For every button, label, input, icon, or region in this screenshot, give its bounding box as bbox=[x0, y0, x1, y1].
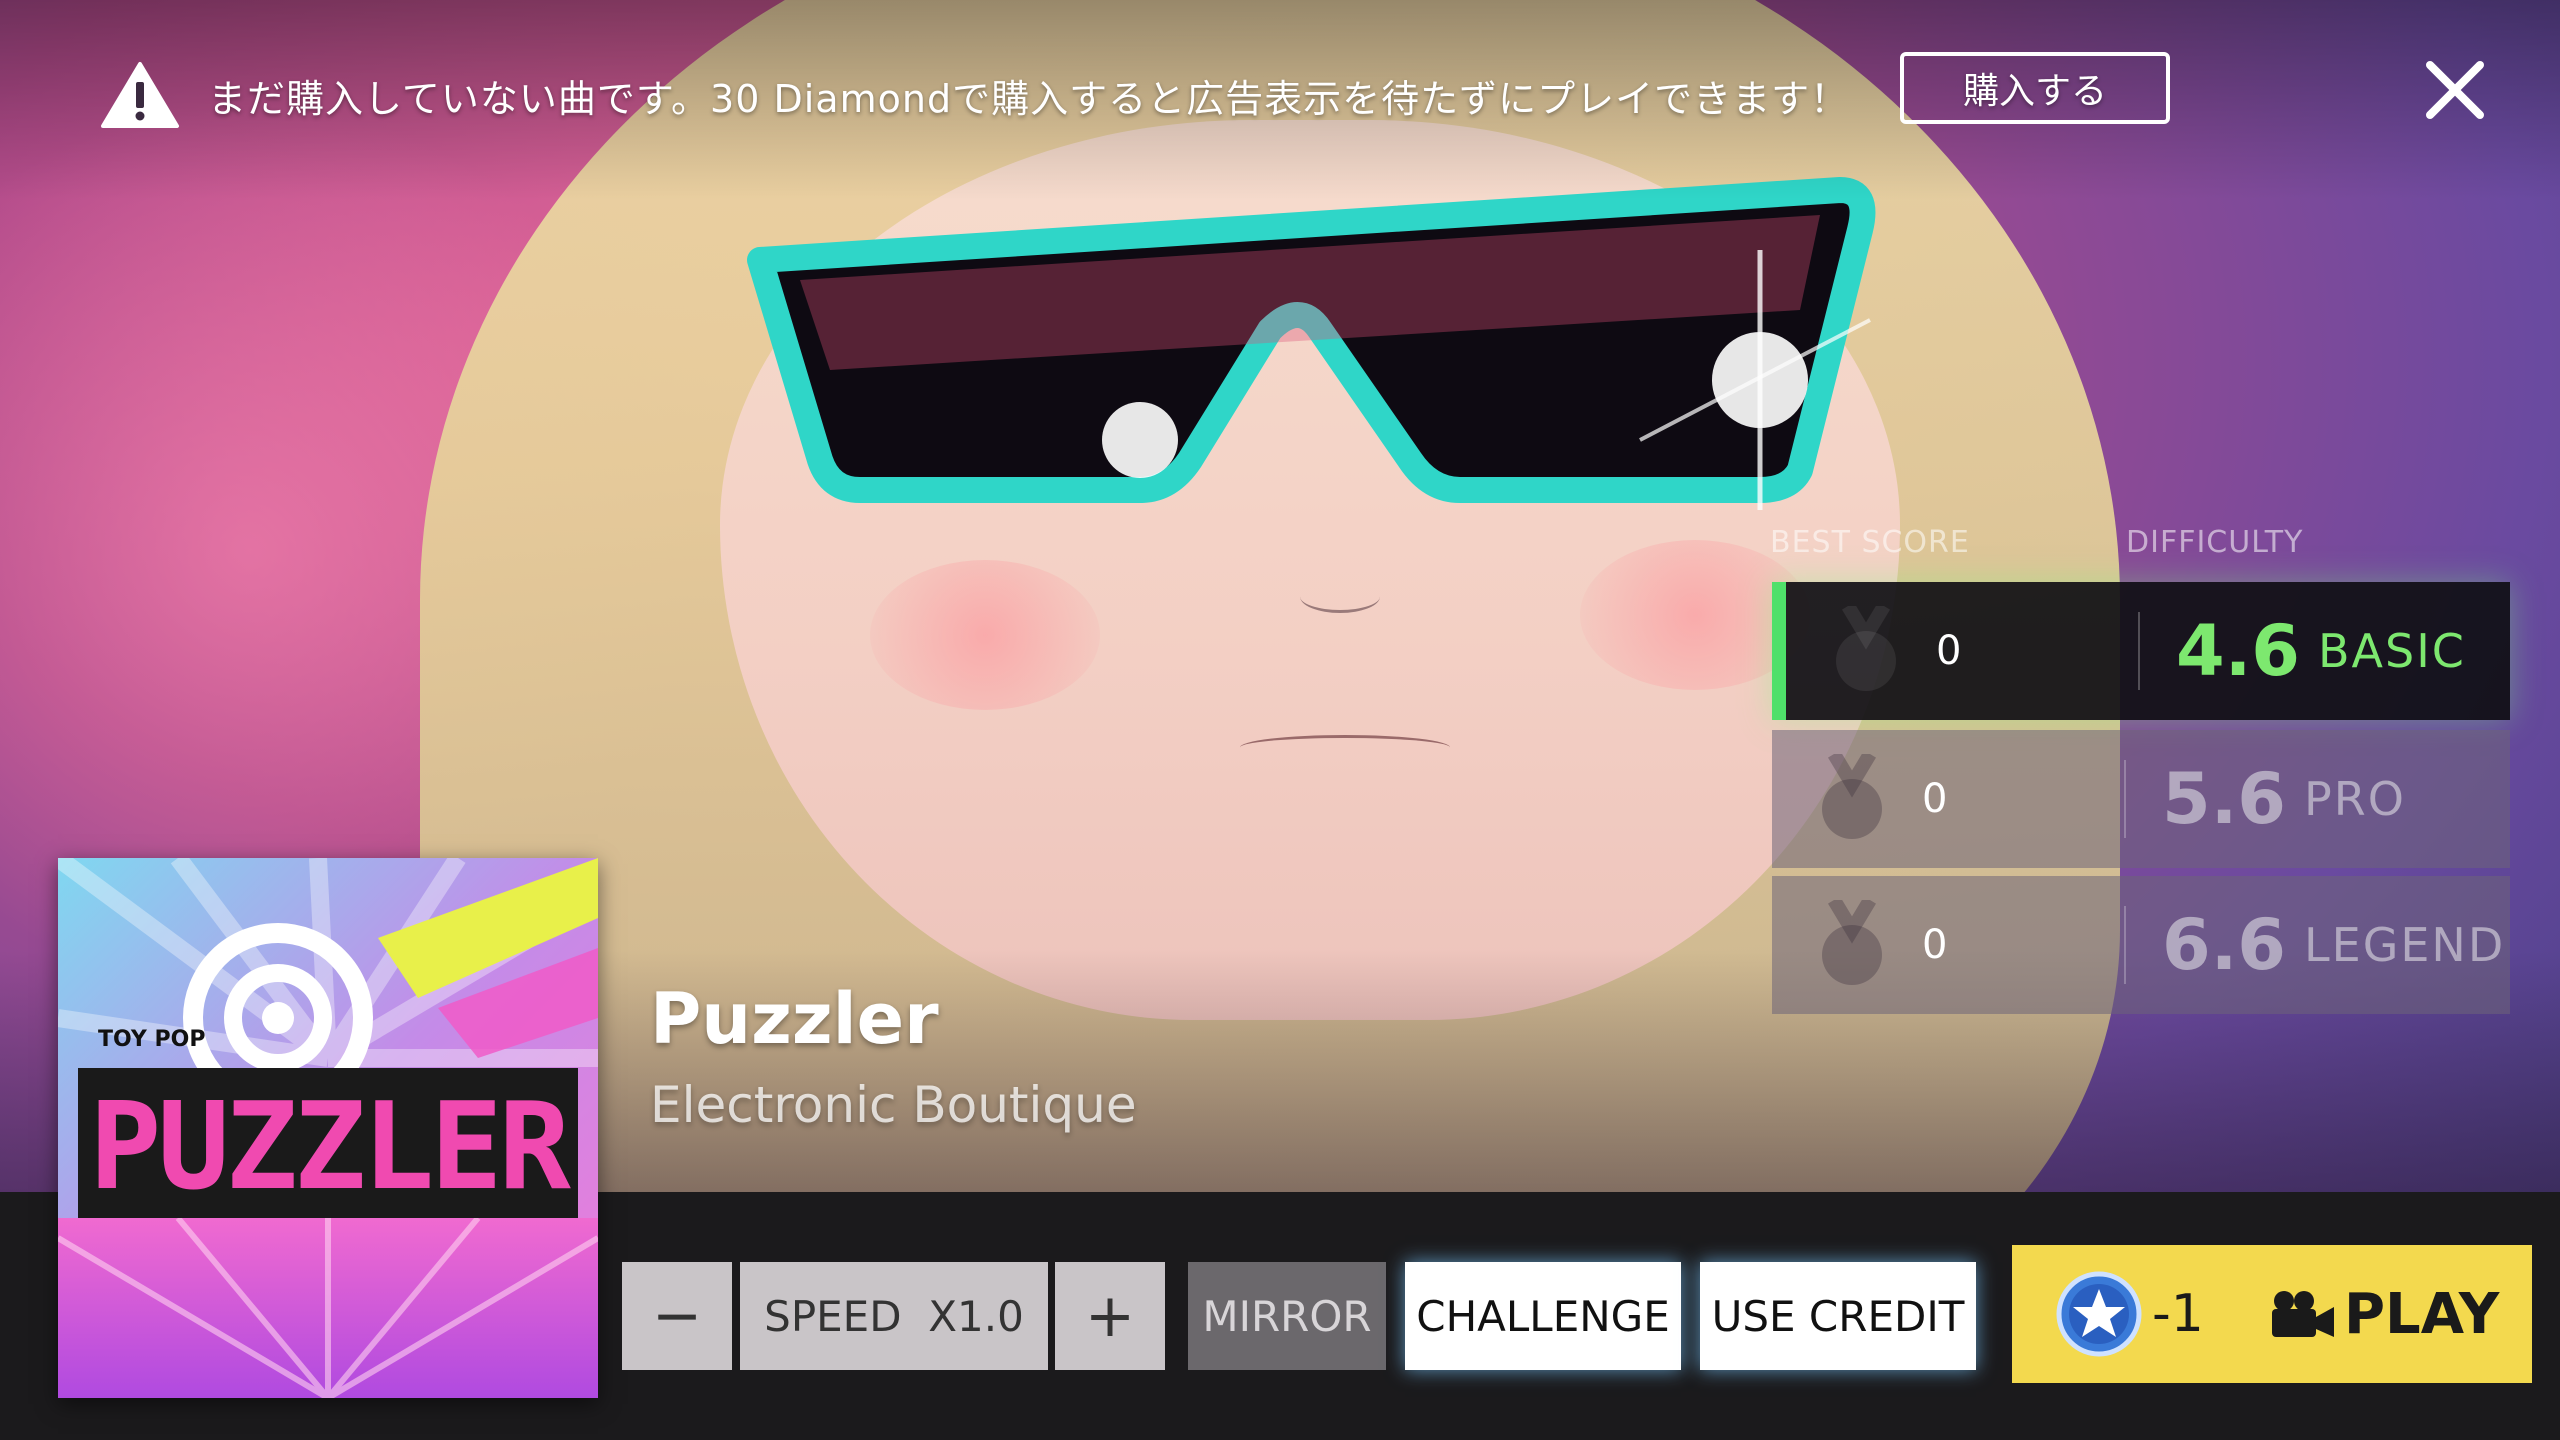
difficulty-name: PRO bbox=[2304, 772, 2406, 826]
medal-icon bbox=[1836, 606, 1896, 691]
play-label: PLAY bbox=[2344, 1281, 2500, 1347]
best-score: 0 bbox=[1936, 628, 1962, 674]
background-cheek-left bbox=[870, 560, 1100, 710]
album-title-text: PUZZLER bbox=[89, 1078, 571, 1217]
warning-icon bbox=[101, 62, 179, 128]
difficulty-level: 6.6 bbox=[2162, 904, 2287, 986]
video-camera-icon bbox=[2272, 1291, 2334, 1337]
close-icon[interactable] bbox=[2420, 55, 2490, 125]
challenge-button[interactable]: CHALLENGE bbox=[1405, 1262, 1681, 1370]
row-divider bbox=[2138, 612, 2140, 690]
song-artist: Electronic Boutique bbox=[650, 1076, 1137, 1134]
song-title: Puzzler bbox=[650, 978, 939, 1060]
notice-text: まだ購入していない曲です。30 Diamondで購入すると広告表示を待たずにプレ… bbox=[208, 76, 1850, 121]
speed-display: SPEED X1.0 bbox=[740, 1262, 1048, 1370]
difficulty-row-basic[interactable]: 0 4.6 BASIC bbox=[1772, 582, 2510, 720]
best-score-label: BEST SCORE bbox=[1770, 525, 1970, 560]
song-select-screen: まだ購入していない曲です。30 Diamondで購入すると広告表示を待たずにプレ… bbox=[0, 0, 2560, 1440]
play-button[interactable]: -1 PLAY bbox=[2012, 1245, 2532, 1383]
row-divider bbox=[2124, 760, 2126, 838]
background-nose bbox=[1300, 580, 1380, 613]
difficulty-name: BASIC bbox=[2318, 624, 2466, 678]
background-sunglasses bbox=[747, 177, 1876, 510]
medal-icon bbox=[1822, 900, 1882, 985]
purchase-notice: まだ購入していない曲です。30 Diamondで購入すると広告表示を待たずにプレ… bbox=[100, 50, 1849, 140]
best-score: 0 bbox=[1922, 922, 1948, 968]
album-art: TOY POP PUZZLER bbox=[58, 858, 598, 1398]
use-credit-button[interactable]: USE CREDIT bbox=[1700, 1262, 1976, 1370]
difficulty-level: 5.6 bbox=[2162, 758, 2287, 840]
mirror-toggle-button[interactable]: MIRROR bbox=[1188, 1262, 1386, 1370]
play-cost: -1 bbox=[2152, 1284, 2204, 1344]
medal-icon bbox=[1822, 754, 1882, 839]
album-small-text: TOY POP bbox=[98, 1027, 205, 1052]
speed-increase-button[interactable]: + bbox=[1055, 1262, 1165, 1370]
difficulty-label: DIFFICULTY bbox=[2126, 525, 2304, 560]
difficulty-level: 4.6 bbox=[2176, 610, 2301, 692]
album-art-image: TOY POP PUZZLER bbox=[58, 858, 598, 1398]
speed-decrease-button[interactable]: − bbox=[622, 1262, 732, 1370]
star-coin-icon bbox=[2056, 1271, 2142, 1357]
row-divider bbox=[2124, 906, 2126, 984]
buy-button[interactable]: 購入する bbox=[1900, 52, 2170, 124]
difficulty-name: LEGEND bbox=[2304, 918, 2506, 972]
difficulty-row-pro[interactable]: 0 5.6 PRO bbox=[1772, 730, 2510, 868]
difficulty-row-legend[interactable]: 0 6.6 LEGEND bbox=[1772, 876, 2510, 1014]
best-score: 0 bbox=[1922, 776, 1948, 822]
background-mouth bbox=[1240, 735, 1450, 760]
